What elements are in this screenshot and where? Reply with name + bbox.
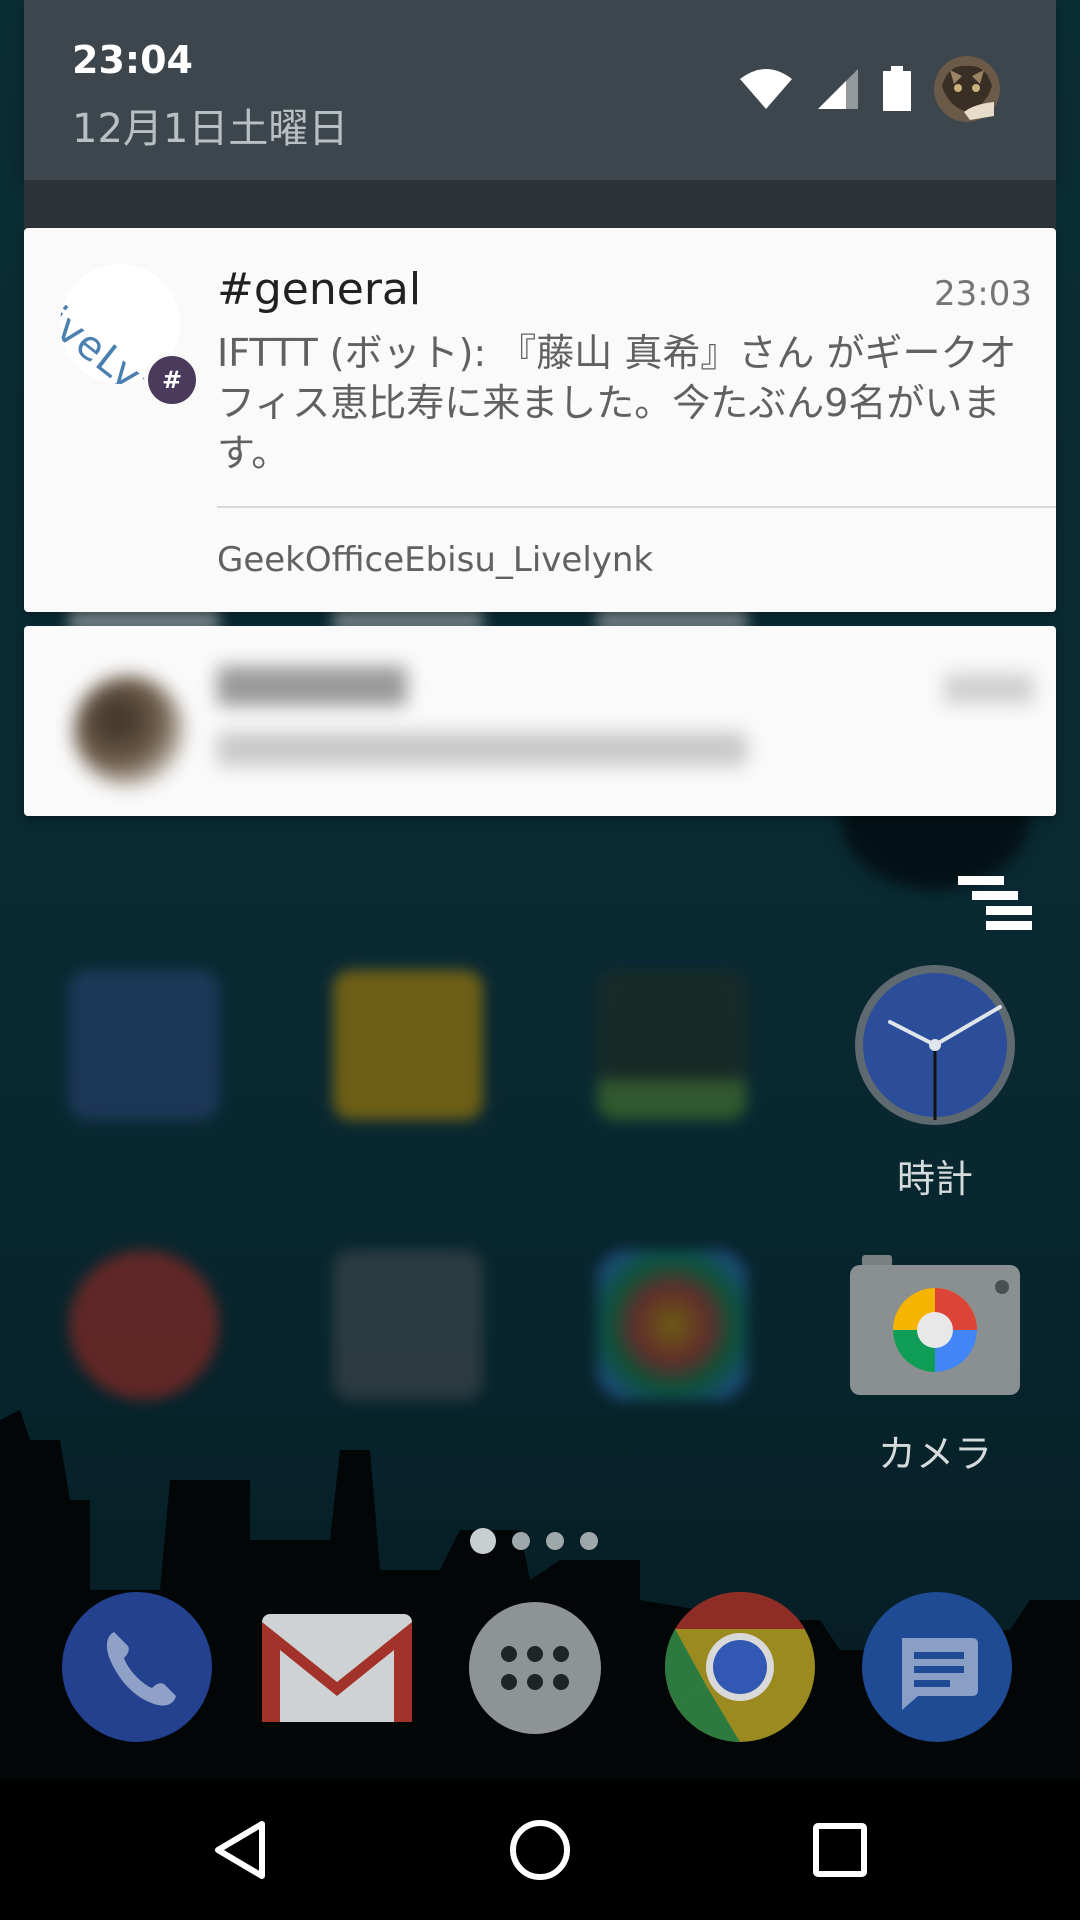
clock-icon bbox=[850, 960, 1020, 1130]
page-indicator bbox=[470, 1528, 598, 1554]
camera-app[interactable]: カメラ bbox=[850, 1255, 1020, 1478]
clock-app-label: 時計 bbox=[850, 1148, 1020, 1203]
notification-card[interactable]: iveLyn # #general 23:03 IFTTT (ボット): 『藤山… bbox=[24, 228, 1056, 612]
app-drawer-button[interactable] bbox=[465, 1598, 615, 1748]
status-icons bbox=[738, 56, 1000, 122]
gmail-icon bbox=[262, 1592, 412, 1742]
page-dot bbox=[546, 1532, 564, 1550]
camera-app-label: カメラ bbox=[850, 1423, 1020, 1478]
page-dot bbox=[580, 1532, 598, 1550]
notification-divider bbox=[217, 506, 1056, 508]
notification-card-blurred[interactable] bbox=[24, 626, 1056, 816]
clock-app[interactable]: 時計 bbox=[850, 960, 1020, 1203]
notification-body: IFTTT (ボット): 『藤山 真希』さん がギークオフィス恵比寿に来ました。… bbox=[217, 328, 1027, 478]
quick-settings-header[interactable]: 23:04 12月1日土曜日 bbox=[24, 0, 1056, 180]
notification-overflow-icon[interactable] bbox=[958, 876, 1032, 934]
notification-title: #general bbox=[217, 264, 421, 315]
back-button[interactable] bbox=[190, 1810, 290, 1890]
status-time: 23:04 bbox=[72, 38, 193, 82]
dock-phone-app[interactable] bbox=[62, 1592, 212, 1742]
user-avatar[interactable] bbox=[934, 56, 1000, 122]
stacked-notifications-icon bbox=[958, 876, 1032, 930]
slack-channel-badge-icon: # bbox=[144, 352, 200, 408]
chrome-icon bbox=[665, 1592, 815, 1742]
dock-chrome-app[interactable] bbox=[665, 1592, 815, 1742]
notification-workspace-label[interactable]: GeekOfficeEbisu_Livelynk bbox=[217, 540, 653, 580]
messages-icon bbox=[862, 1592, 1012, 1742]
battery-icon bbox=[882, 66, 912, 112]
dock-gmail-app[interactable] bbox=[262, 1592, 412, 1742]
back-icon bbox=[210, 1818, 270, 1882]
recents-icon bbox=[812, 1822, 868, 1878]
cell-signal-icon bbox=[816, 67, 860, 111]
page-dot-active bbox=[470, 1528, 496, 1554]
home-button[interactable] bbox=[490, 1810, 590, 1890]
page-dot bbox=[512, 1532, 530, 1550]
navigation-bar bbox=[0, 1780, 1080, 1920]
home-icon bbox=[508, 1818, 572, 1882]
phone-icon bbox=[62, 1592, 212, 1742]
recents-button[interactable] bbox=[790, 1810, 890, 1890]
camera-icon bbox=[850, 1255, 1020, 1405]
shade-divider bbox=[24, 180, 1056, 228]
status-date: 12月1日土曜日 bbox=[72, 96, 348, 154]
wifi-icon bbox=[738, 67, 794, 111]
blurred-notification-content bbox=[24, 626, 1056, 816]
dock-messages-app[interactable] bbox=[862, 1592, 1012, 1742]
app-drawer-icon bbox=[465, 1598, 605, 1738]
notification-time: 23:03 bbox=[934, 274, 1032, 314]
